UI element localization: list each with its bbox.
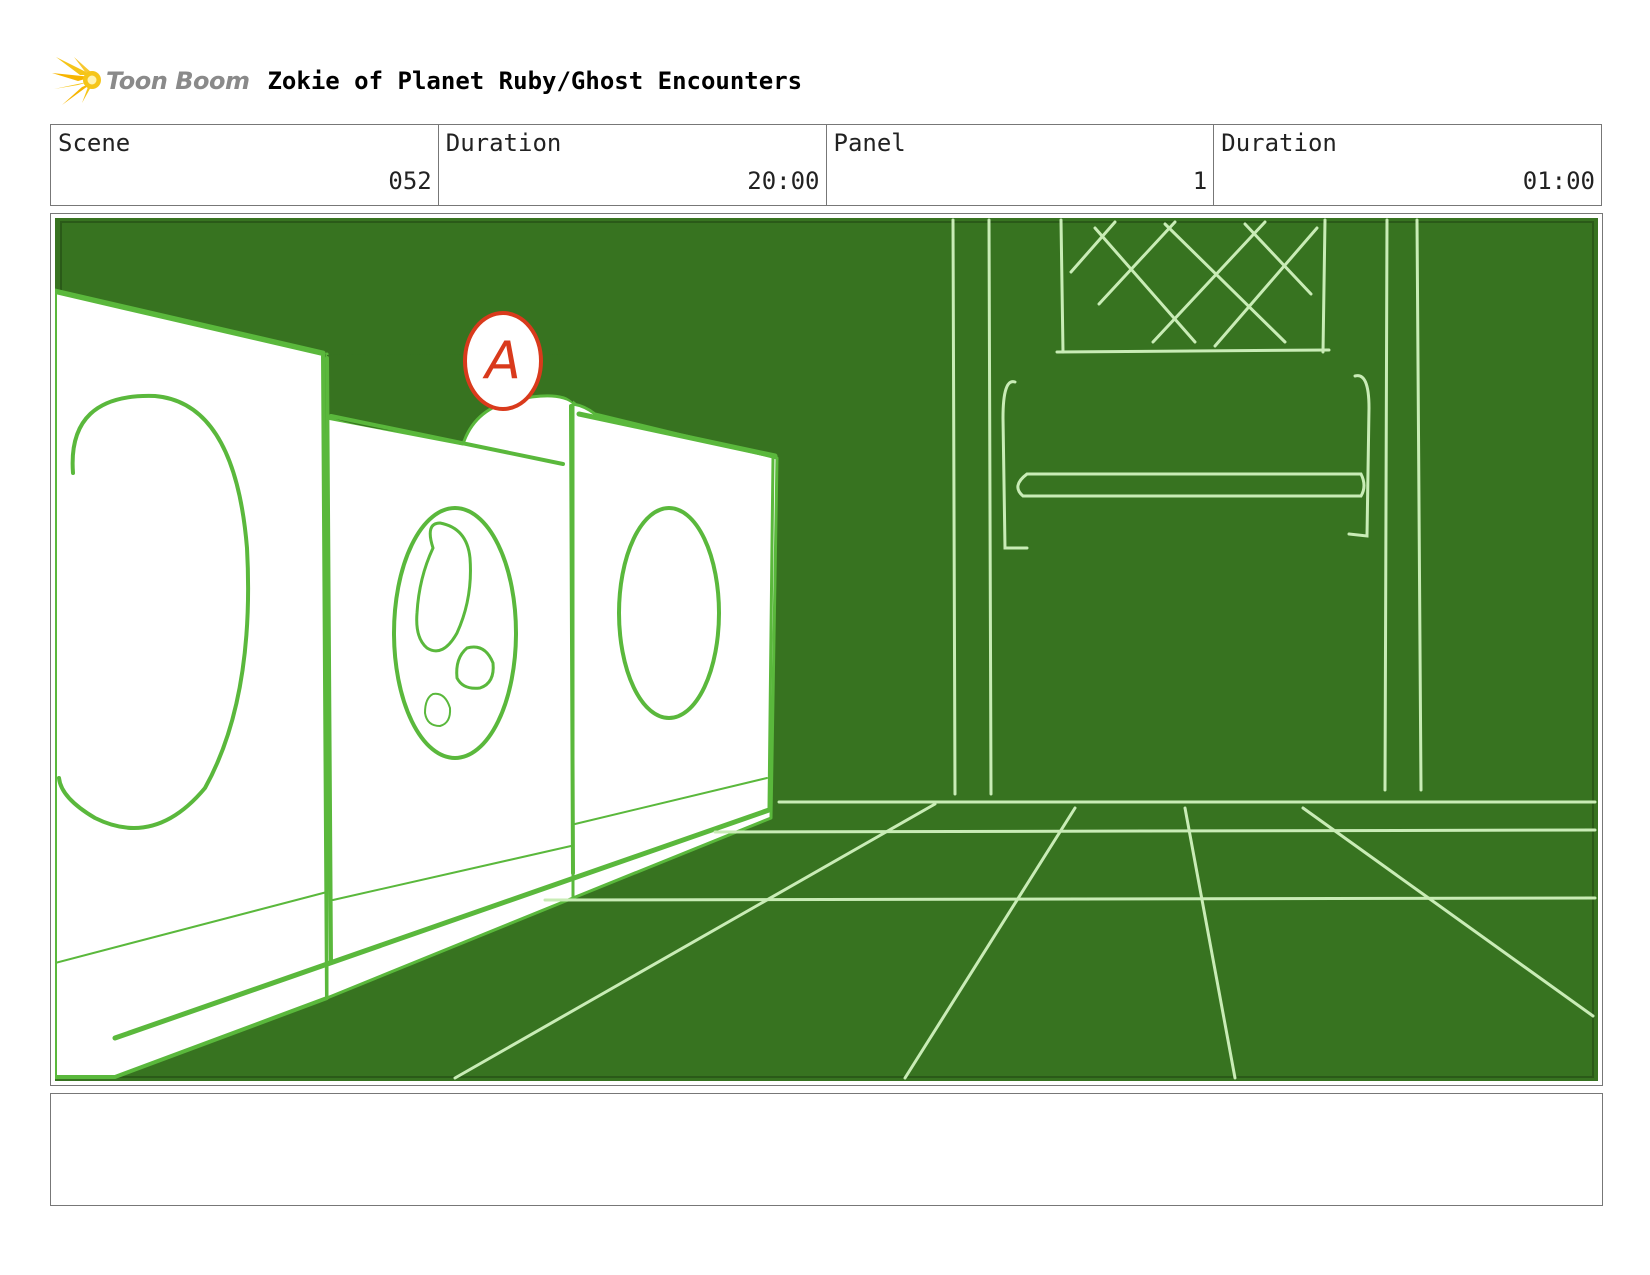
scene-value: 052 (388, 167, 432, 195)
scene-cell: Scene 052 (51, 125, 438, 205)
panel-artwork: A (55, 218, 1598, 1081)
pillar-1 (951, 218, 957, 796)
marker-a: A (463, 311, 543, 411)
document-title: Zokie of Planet Ruby/Ghost Encounters (267, 67, 803, 95)
toon-boom-logo: Toon Boom (52, 55, 250, 107)
sunburst-icon (52, 57, 101, 105)
brand-name: Toon Boom (106, 67, 250, 95)
scene-duration-cell: Duration 20:00 (437, 125, 826, 205)
scene-label: Scene (58, 129, 131, 157)
panel-duration-value: 01:00 (1522, 167, 1595, 195)
machine-right (571, 402, 779, 900)
machine-middle (325, 352, 577, 1000)
pillar-2 (1383, 218, 1389, 792)
scene-duration-label: Duration (445, 129, 562, 157)
panel-label: Panel (833, 129, 906, 157)
scene-info-table: Scene 052 Duration 20:00 Panel 1 Duratio… (50, 124, 1602, 206)
panel-duration-cell: Duration 01:00 (1213, 125, 1601, 205)
page-header: Toon Boom Zokie of Planet Ruby/Ghost Enc… (52, 56, 802, 106)
marker-letter: A (482, 331, 521, 391)
panel-notes (50, 1093, 1603, 1206)
scene-duration-value: 20:00 (747, 167, 820, 195)
storyboard-panel: A (50, 213, 1603, 1086)
panel-cell: Panel 1 (825, 125, 1214, 205)
panel-duration-label: Duration (1221, 129, 1337, 157)
panel-value: 1 (1192, 167, 1208, 195)
